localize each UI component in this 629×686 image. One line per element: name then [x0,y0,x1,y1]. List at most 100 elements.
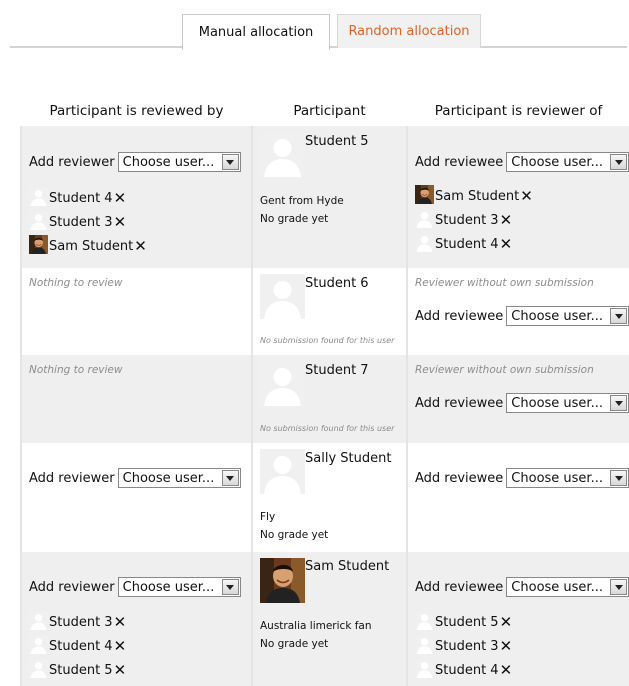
remove-icon[interactable]: ✕ [500,213,513,228]
select-value: Choose user... [511,579,603,595]
remove-icon[interactable]: ✕ [114,215,127,230]
add-reviewee-row: Add reviewee Choose user... [415,576,629,598]
add-reviewee-select[interactable]: Choose user... [506,468,629,488]
list-item: Student 4 ✕ [29,630,251,654]
participant-name: Student 6 [305,276,369,291]
add-reviewee-select[interactable]: Choose user... [506,577,629,597]
list-item: Student 3 ✕ [415,630,629,654]
reviewed-by-cell: Add reviewer Choose user... [20,443,253,552]
nothing-to-review-note: Nothing to review [29,277,123,289]
add-reviewer-label: Add reviewer [29,154,115,170]
add-reviewee-select[interactable]: Choose user... [506,306,629,326]
dropdown-arrow-icon[interactable] [221,154,239,170]
participant-name: Sam Student [305,559,390,574]
table-row: Add reviewer Choose user... Sally Studen… [20,443,629,552]
reviewed-by-cell: Nothing to review [20,268,253,355]
list-item: Student 5 ✕ [29,654,251,678]
submission-title: Fly [260,511,276,523]
user-avatar-icon [415,611,434,630]
dropdown-arrow-icon[interactable] [610,470,627,486]
remove-icon[interactable]: ✕ [500,663,513,678]
list-item: Sam Student ✕ [29,230,251,254]
reviewer-without-submission-note: Reviewer without own submission [415,364,594,376]
dropdown-arrow-icon[interactable] [610,308,627,324]
user-avatar-icon [260,132,305,177]
add-reviewee-select[interactable]: Choose user... [506,393,629,413]
participant-cell: Student 5 Gent from Hyde No grade yet [251,126,408,268]
participant-name: Student 7 [305,363,369,378]
submission-title: Gent from Hyde [260,195,344,207]
user-avatar-icon [29,635,48,654]
remove-icon[interactable]: ✕ [500,237,513,252]
remove-icon[interactable]: ✕ [114,639,127,654]
header-reviewed-by: Participant is reviewed by [49,102,224,119]
remove-icon[interactable]: ✕ [114,191,127,206]
nothing-to-review-note: Nothing to review [29,364,123,376]
participant-description: Fly No grade yet [260,508,328,544]
reviewer-name: Student 4 [49,191,113,206]
header-reviewer-of: Participant is reviewer of [434,102,603,119]
remove-icon[interactable]: ✕ [114,663,127,678]
dropdown-arrow-icon[interactable] [221,579,239,595]
table-row: Add reviewer Choose user... Student 3 ✕ [20,552,629,686]
add-reviewer-select[interactable]: Choose user... [117,468,241,488]
table-row: Add reviewer Choose user... Student 4 ✕ [20,126,629,268]
add-reviewee-label: Add reviewee [415,579,504,595]
reviewer-of-cell: Add reviewee Choose user... Sam Student … [406,126,629,268]
add-reviewer-select[interactable]: Choose user... [117,152,241,172]
reviewer-of-cell: Reviewer without own submission Add revi… [406,268,629,355]
dropdown-arrow-icon[interactable] [610,395,627,411]
participant-cell: Student 7 No submission found for this u… [251,355,408,443]
user-avatar-icon [415,209,434,228]
remove-icon[interactable]: ✕ [520,189,533,204]
select-value: Choose user... [511,470,603,486]
reviewer-list: Student 3 ✕ Student 4 ✕ Student 5 ✕ [29,606,251,678]
reviewee-name: Student 5 [435,615,499,630]
remove-icon[interactable]: ✕ [500,615,513,630]
user-avatar-icon [260,361,305,406]
user-avatar-icon [260,274,305,319]
reviewer-name: Sam Student [49,239,134,254]
select-value: Choose user... [122,154,215,170]
add-reviewer-row: Add reviewer Choose user... [29,467,251,489]
add-reviewee-label: Add reviewee [415,470,504,486]
dropdown-arrow-icon[interactable] [221,470,239,486]
list-item: Student 3 ✕ [29,606,251,630]
table-row: Nothing to review Student 7 No submissio… [20,355,629,443]
list-item: Student 3 ✕ [29,206,251,230]
tab-random-allocation[interactable]: Random allocation [337,14,481,48]
grade-status: No grade yet [260,638,329,650]
add-reviewer-row: Add reviewer Choose user... [29,576,251,598]
tab-manual-allocation[interactable]: Manual allocation [182,14,330,50]
participant-name: Student 5 [305,134,369,149]
user-photo-icon [260,558,305,603]
reviewed-by-cell: Add reviewer Choose user... Student 4 ✕ [20,126,253,268]
add-reviewee-row: Add reviewee Choose user... [415,151,629,173]
add-reviewer-label: Add reviewer [29,470,115,486]
user-avatar-icon [415,233,434,252]
dropdown-arrow-icon[interactable] [610,154,627,170]
add-reviewer-row: Add reviewer Choose user... [29,151,251,173]
list-item: Student 4 ✕ [415,228,629,252]
participant-description: Australia limerick fan No grade yet [260,617,372,653]
add-reviewee-select[interactable]: Choose user... [506,152,629,172]
select-value: Choose user... [511,154,603,170]
table-row: Nothing to review Student 6 No submissio… [20,268,629,355]
dropdown-arrow-icon[interactable] [610,579,627,595]
grade-status: No grade yet [260,529,329,541]
reviewer-name: Student 3 [49,215,113,230]
remove-icon[interactable]: ✕ [134,239,147,254]
user-photo-icon [415,185,434,204]
list-item: Student 3 ✕ [415,204,629,228]
reviewee-name: Student 3 [435,639,499,654]
reviewer-name: Student 3 [49,615,113,630]
user-avatar-icon [415,635,434,654]
remove-icon[interactable]: ✕ [114,615,127,630]
allocation-table: Participant is reviewed by Participant P… [20,96,629,686]
participant-description: Gent from Hyde No grade yet [260,192,344,228]
add-reviewer-select[interactable]: Choose user... [117,577,241,597]
reviewee-name: Student 4 [435,237,499,252]
select-value: Choose user... [122,470,215,486]
reviewer-name: Student 4 [49,639,113,654]
remove-icon[interactable]: ✕ [500,639,513,654]
